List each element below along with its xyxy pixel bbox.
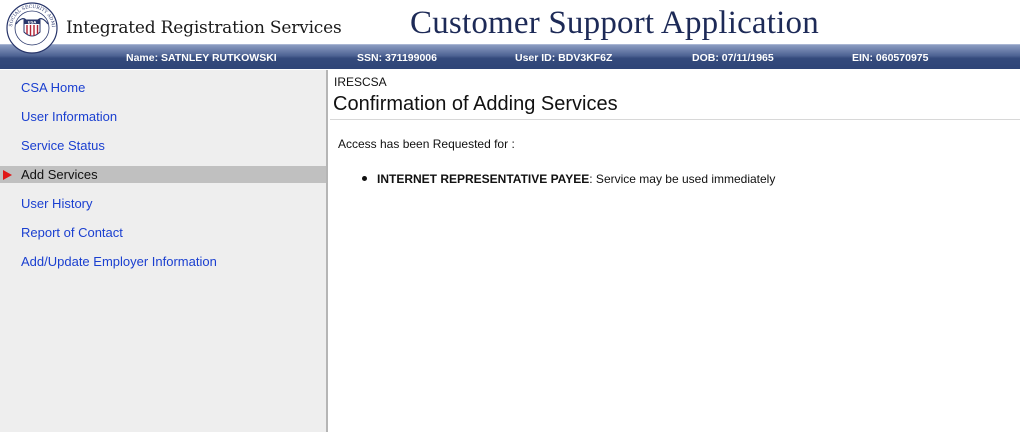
nav-service-status[interactable]: Service Status	[0, 137, 326, 154]
user-dob: DOB: 07/11/1965	[692, 52, 774, 64]
active-arrow-icon	[3, 170, 12, 180]
brand-name: Integrated Registration Services	[66, 18, 342, 38]
user-name: Name: SATNLEY RUTKOWSKI	[126, 52, 277, 64]
user-ssn: SSN: 371199006	[357, 52, 437, 64]
title-divider	[330, 119, 1020, 120]
nav-report-of-contact[interactable]: Report of Contact	[0, 224, 326, 241]
request-intro-text: Access has been Requested for :	[338, 137, 515, 151]
nav-add-services-label: Add Services	[21, 167, 98, 182]
ssa-seal-logo: SOCIAL SECURITY ADMINISTRATION USA	[6, 2, 58, 54]
user-info-bar: Name: SATNLEY RUTKOWSKI SSN: 371199006 U…	[0, 44, 1020, 69]
bullet-icon	[362, 176, 367, 181]
application-title: Customer Support Application	[410, 5, 819, 41]
user-ein: EIN: 060570975	[852, 52, 929, 64]
nav-add-services[interactable]: Add Services	[0, 166, 326, 183]
service-list-item: INTERNET REPRESENTATIVE PAYEE: Service m…	[362, 172, 775, 186]
screen-id: IRESCSA	[334, 75, 387, 89]
page-title: Confirmation of Adding Services	[333, 93, 618, 115]
app-header: SOCIAL SECURITY ADMINISTRATION USA Integ…	[0, 0, 1020, 54]
nav-user-information[interactable]: User Information	[0, 108, 326, 125]
sidebar-nav: CSA Home User Information Service Status…	[0, 70, 328, 432]
nav-add-update-employer[interactable]: Add/Update Employer Information	[0, 253, 326, 270]
main-content: IRESCSA Confirmation of Adding Services …	[330, 70, 1020, 432]
nav-csa-home[interactable]: CSA Home	[0, 79, 326, 96]
user-id: User ID: BDV3KF6Z	[515, 52, 613, 64]
nav-user-history[interactable]: User History	[0, 195, 326, 212]
svg-text:USA: USA	[28, 19, 37, 24]
service-name: INTERNET REPRESENTATIVE PAYEE	[377, 172, 590, 186]
service-status-text: : Service may be used immediately	[589, 172, 776, 186]
